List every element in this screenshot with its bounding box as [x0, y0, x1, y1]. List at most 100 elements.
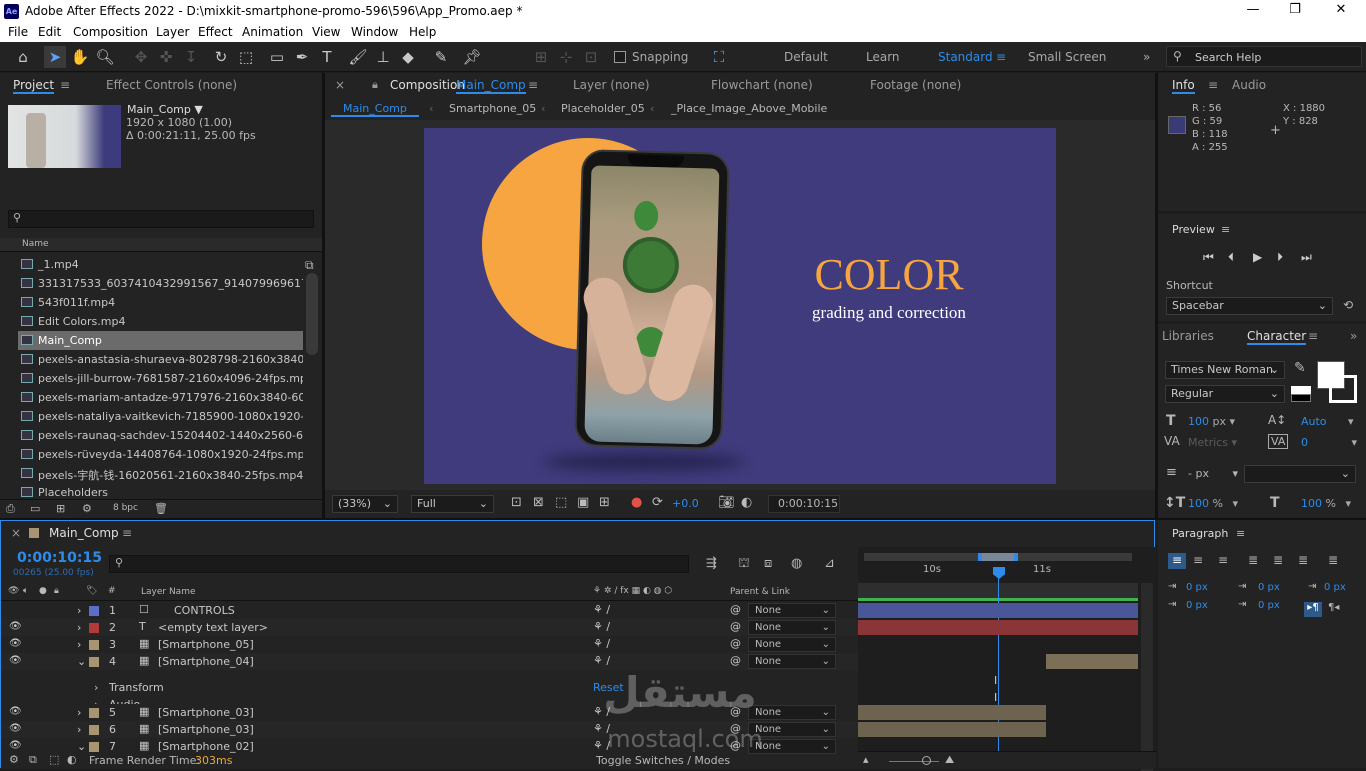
- breadcrumb-main-comp[interactable]: Main_Comp: [331, 102, 419, 117]
- bpc-label[interactable]: 8 bpc: [113, 503, 138, 513]
- project-item[interactable]: pexels-mariam-antadze-9717976-2160x3840-…: [18, 388, 303, 407]
- layer-name[interactable]: [Smartphone_05]: [158, 638, 254, 651]
- draft-3d-icon[interactable]: ⛫: [738, 556, 750, 573]
- layer-row[interactable]: 👁︎ › 3 ▦ [Smartphone_05] ⚘ ∕ @ None ⌄: [1, 636, 858, 653]
- flowchart-icon[interactable]: ⧉: [305, 258, 314, 273]
- expand-icon[interactable]: ›: [77, 706, 81, 719]
- current-time-field[interactable]: 0:00:10:15: [768, 495, 840, 513]
- type-tool-icon[interactable]: T: [316, 46, 338, 68]
- timeline-menu-icon[interactable]: ≡: [122, 526, 132, 540]
- layer-duration-bar[interactable]: [858, 620, 1138, 635]
- zoom-dropdown[interactable]: (33%) ⌄: [332, 495, 398, 513]
- keyframe-marker-icon[interactable]: I: [994, 674, 997, 687]
- eyedropper-icon[interactable]: ✎: [1294, 360, 1306, 376]
- time-navigator[interactable]: [978, 553, 1018, 561]
- new-folder-icon[interactable]: ▭: [30, 502, 40, 515]
- audio-switch-icon[interactable]: 🔈︎: [23, 586, 28, 596]
- breadcrumb-place-image[interactable]: _Place_Image_Above_Mobile: [671, 102, 827, 115]
- layer-switches[interactable]: ⚘ ∕: [593, 603, 610, 616]
- pickwhip-icon[interactable]: @: [730, 637, 741, 650]
- font-style-dropdown[interactable]: Regular ⌄: [1165, 385, 1285, 403]
- close-icon[interactable]: ×: [11, 526, 21, 540]
- menu-help[interactable]: Help: [409, 25, 436, 39]
- project-menu-icon[interactable]: ≡: [60, 78, 70, 92]
- menu-view[interactable]: View: [312, 25, 340, 39]
- project-item[interactable]: 331317533_6037410432991567_9140799696176…: [18, 274, 303, 293]
- headline-text[interactable]: COLOR: [794, 249, 984, 300]
- puppet-pin-icon[interactable]: 📌︎: [461, 46, 483, 68]
- shy-layers-icon[interactable]: ⧈: [764, 556, 772, 571]
- layer-name[interactable]: [Smartphone_04]: [158, 655, 254, 668]
- comp-name[interactable]: Main_Comp ▼: [127, 103, 203, 116]
- tab-timeline-comp[interactable]: Main_Comp: [49, 526, 119, 540]
- stroke-width-value[interactable]: - px ▾: [1188, 467, 1238, 480]
- world-axis-icon[interactable]: ⊹: [555, 46, 577, 68]
- hand-tool-icon[interactable]: ✋: [69, 46, 91, 68]
- more-panels-icon[interactable]: »: [1350, 329, 1357, 343]
- info-menu-icon[interactable]: ≡: [1208, 78, 1218, 92]
- pickwhip-icon[interactable]: @: [730, 654, 741, 667]
- layer-name[interactable]: [Smartphone_03]: [158, 723, 254, 736]
- pickwhip-icon[interactable]: @: [730, 620, 741, 633]
- visibility-icon[interactable]: 👁︎: [9, 621, 22, 632]
- previous-frame-icon[interactable]: ⏴: [1228, 250, 1234, 265]
- orbit-camera-icon[interactable]: ✥: [130, 46, 152, 68]
- region-of-interest-icon[interactable]: ▣: [577, 495, 589, 510]
- layer-switches[interactable]: ⚘ ∕: [593, 637, 610, 650]
- interpret-footage-icon[interactable]: ⎙: [6, 502, 15, 516]
- trash-icon[interactable]: 🗑︎: [154, 502, 168, 515]
- stroke-color-swatch[interactable]: [1329, 375, 1357, 403]
- project-scrollbar[interactable]: [306, 273, 318, 355]
- more-workspaces-icon[interactable]: »: [1143, 50, 1150, 64]
- show-snapshot-icon[interactable]: ◐: [741, 495, 752, 510]
- visibility-icon[interactable]: 👁︎: [9, 740, 22, 751]
- home-icon[interactable]: ⌂: [12, 46, 34, 68]
- character-menu-icon[interactable]: ≡: [1308, 329, 1318, 343]
- snap-options-icon[interactable]: ⛶: [708, 46, 730, 68]
- modes-icon[interactable]: ⧉: [29, 753, 37, 767]
- zoom-tool-icon[interactable]: 🔍︎: [94, 46, 116, 68]
- tab-composition-name[interactable]: Main_Comp: [456, 78, 526, 94]
- layer-name[interactable]: [Smartphone_02]: [158, 740, 254, 753]
- breadcrumb-smartphone[interactable]: Smartphone_05: [449, 102, 536, 115]
- snapping-checkbox[interactable]: [614, 51, 626, 63]
- local-axis-icon[interactable]: ⊞: [530, 46, 552, 68]
- solo-switch-icon[interactable]: ●: [39, 586, 47, 596]
- layer-duration-bar[interactable]: [858, 722, 1046, 737]
- indent-left-value[interactable]: 0 px: [1186, 582, 1208, 593]
- project-item[interactable]: Edit Colors.mp4: [18, 312, 303, 331]
- zoom-in-icon[interactable]: ⛰: [945, 753, 954, 767]
- layer-label-color[interactable]: [89, 657, 99, 667]
- align-left-icon[interactable]: ≡: [1168, 553, 1186, 569]
- zoom-slider[interactable]: [889, 761, 939, 762]
- resolution-dropdown[interactable]: Full ⌄: [411, 495, 494, 513]
- next-frame-icon[interactable]: ⏵: [1277, 250, 1283, 265]
- rotate-tool-icon[interactable]: ↻: [210, 46, 232, 68]
- tracking-value[interactable]: 0 ▾: [1301, 436, 1357, 449]
- project-search-input[interactable]: [8, 210, 314, 228]
- expand-icon[interactable]: ⌄: [77, 740, 86, 753]
- tab-effect-controls[interactable]: Effect Controls (none): [106, 78, 237, 92]
- playhead-icon[interactable]: [993, 567, 1005, 579]
- expand-icon[interactable]: ›: [77, 723, 81, 736]
- layer-label-color[interactable]: [89, 623, 99, 633]
- parent-dropdown[interactable]: None ⌄: [748, 620, 836, 635]
- parent-dropdown[interactable]: None ⌄: [748, 603, 836, 618]
- comp-mini-flowchart-icon[interactable]: ⇶: [706, 556, 717, 571]
- tab-flowchart[interactable]: Flowchart (none): [711, 78, 813, 92]
- col-parent[interactable]: Parent & Link: [730, 587, 790, 597]
- visibility-icon[interactable]: 👁︎: [9, 723, 22, 734]
- vertical-scale-value[interactable]: 100 % ▾: [1188, 497, 1238, 510]
- tab-footage[interactable]: Footage (none): [870, 78, 961, 92]
- rtl-direction-icon[interactable]: ¶◂: [1328, 602, 1339, 613]
- workspace-learn[interactable]: Learn: [866, 50, 900, 64]
- indent-right-value[interactable]: 0 px: [1258, 582, 1280, 593]
- exposure-value[interactable]: +0.0: [672, 497, 699, 510]
- project-item[interactable]: pexels-宇航-钱-16020561-2160x3840-25fps.mp4: [18, 464, 303, 483]
- stroke-type-dropdown[interactable]: ⌄: [1244, 465, 1356, 483]
- new-comp-icon[interactable]: ⊞: [56, 502, 65, 515]
- indent-first-value[interactable]: 0 px: [1324, 582, 1346, 593]
- preview-menu-icon[interactable]: ≡: [1221, 223, 1230, 236]
- justify-left-icon[interactable]: ≣: [1248, 553, 1258, 567]
- expand-icon[interactable]: ›: [94, 681, 98, 694]
